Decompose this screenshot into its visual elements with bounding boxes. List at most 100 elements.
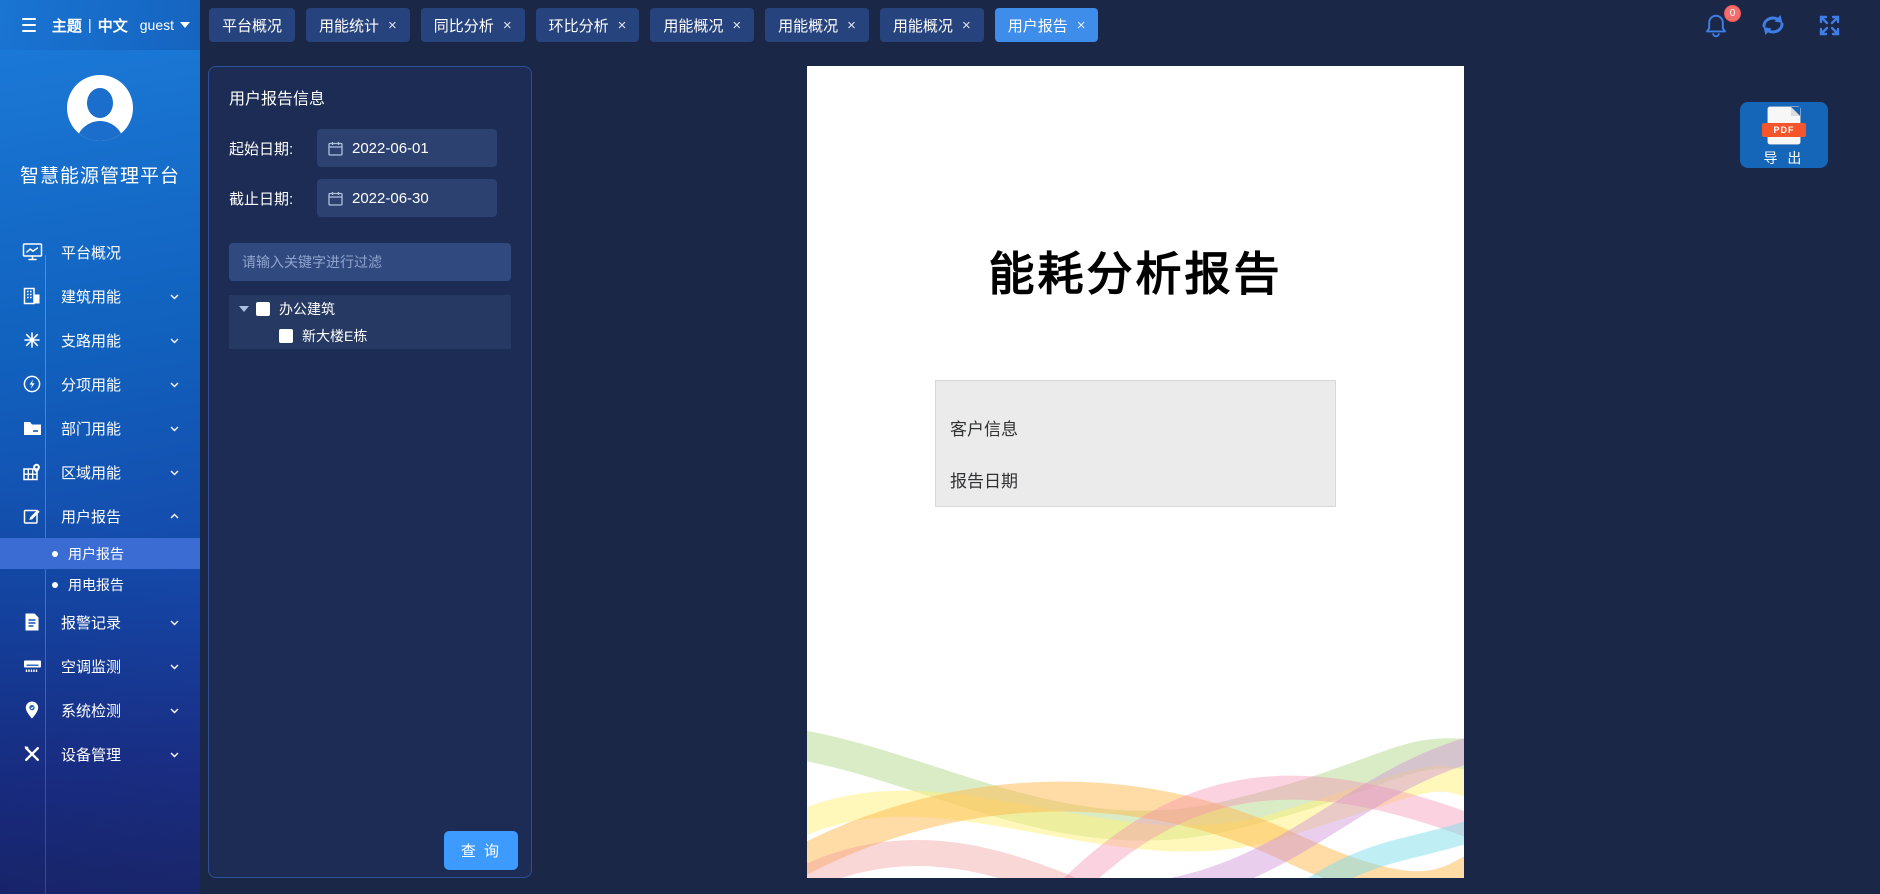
- pdf-badge: PDF: [1762, 123, 1806, 137]
- checkbox[interactable]: [279, 329, 293, 343]
- close-icon[interactable]: ×: [732, 18, 741, 33]
- close-icon[interactable]: ×: [618, 18, 627, 33]
- end-date-label: 截止日期:: [229, 188, 317, 209]
- folder-icon: [20, 418, 44, 438]
- sidebar-item-hvac-monitor[interactable]: 空调监测: [0, 644, 200, 688]
- map-icon: [20, 462, 44, 482]
- platform-title: 智慧能源管理平台: [0, 161, 200, 188]
- keyword-filter-input[interactable]: [229, 243, 511, 281]
- checkbox[interactable]: [256, 302, 270, 316]
- sidebar-subitem-user-report[interactable]: 用户报告: [0, 538, 200, 569]
- close-icon[interactable]: ×: [503, 18, 512, 33]
- tabbar: 平台概况 用能统计 × 同比分析 × 环比分析 × 用能概况 × 用能概况 ×: [200, 0, 1703, 50]
- tree-node-label: 新大楼E栋: [302, 326, 367, 346]
- sidebar-item-circuit-energy[interactable]: 支路用能: [0, 318, 200, 362]
- sidebar-item-region-energy[interactable]: 区域用能: [0, 450, 200, 494]
- sidebar-item-building-energy[interactable]: 建筑用能: [0, 274, 200, 318]
- start-date-picker[interactable]: 2022-06-01: [317, 129, 497, 167]
- tab-label: 用能统计: [319, 15, 379, 36]
- sidebar-item-label: 分项用能: [61, 374, 169, 395]
- close-icon[interactable]: ×: [1077, 18, 1086, 33]
- tree-node-office-building[interactable]: 办公建筑: [229, 295, 511, 322]
- tab-energy-stats[interactable]: 用能统计 ×: [306, 8, 410, 42]
- chevron-down-icon: [169, 335, 180, 346]
- sidebar-item-label: 区域用能: [61, 462, 169, 483]
- chevron-down-icon: [169, 423, 180, 434]
- tab-label: 用能概况: [778, 15, 838, 36]
- sidebar-item-system-check[interactable]: 系统检测: [0, 688, 200, 732]
- sidebar-item-device-management[interactable]: 设备管理: [0, 732, 200, 776]
- dashboard-icon: [20, 242, 44, 262]
- tab-energy-overview-3[interactable]: 用能概况 ×: [880, 8, 984, 42]
- sidebar: 智慧能源管理平台 平台概况: [0, 50, 200, 894]
- tab-label: 用户报告: [1008, 15, 1068, 36]
- user-report-filter-panel: 用户报告信息 起始日期: 2022-06-01 截止日期:: [208, 66, 532, 878]
- tab-label: 用能概况: [663, 15, 723, 36]
- export-pdf-button[interactable]: PDF 导 出: [1740, 102, 1828, 168]
- tree-node-new-building-e[interactable]: 新大楼E栋: [229, 322, 511, 349]
- chevron-down-icon: [169, 379, 180, 390]
- refresh-icon[interactable]: [1759, 12, 1787, 38]
- language-menu[interactable]: 中文: [98, 15, 128, 36]
- sidebar-item-department-energy[interactable]: 部门用能: [0, 406, 200, 450]
- customer-info-label: 客户信息: [950, 415, 1335, 440]
- topbar-icons: 0: [1703, 0, 1880, 50]
- sidebar-subitem-electricity-report[interactable]: 用电报告: [0, 569, 200, 600]
- end-date-picker[interactable]: 2022-06-30: [317, 179, 497, 217]
- sidebar-item-platform-overview[interactable]: 平台概况: [0, 230, 200, 274]
- report-preview-page: 能耗分析报告 客户信息 报告日期: [807, 66, 1464, 878]
- sidebar-item-alarm-records[interactable]: 报警记录: [0, 600, 200, 644]
- username-label: guest: [140, 17, 174, 33]
- report-icon: [20, 506, 44, 526]
- close-icon[interactable]: ×: [962, 18, 971, 33]
- chevron-down-icon: [169, 617, 180, 628]
- close-icon[interactable]: ×: [847, 18, 856, 33]
- tab-energy-overview-2[interactable]: 用能概况 ×: [765, 8, 869, 42]
- menu-separator: |: [88, 17, 92, 34]
- hamburger-menu-icon[interactable]: [22, 18, 36, 32]
- tab-label: 用能概况: [893, 15, 953, 36]
- sidebar-item-label: 系统检测: [61, 700, 169, 721]
- brand-menu: 主题 | 中文 guest: [52, 15, 190, 36]
- tree-expand-caret-icon[interactable]: [239, 306, 249, 312]
- sidebar-item-label: 报警记录: [61, 612, 169, 633]
- sidebar-item-label: 部门用能: [61, 418, 169, 439]
- tab-energy-overview-1[interactable]: 用能概况 ×: [650, 8, 754, 42]
- chevron-down-icon: [169, 661, 180, 672]
- tab-yoy-analysis[interactable]: 同比分析 ×: [421, 8, 525, 42]
- sidebar-item-category-energy[interactable]: 分项用能: [0, 362, 200, 406]
- tab-label: 同比分析: [434, 15, 494, 36]
- sidebar-item-user-report[interactable]: 用户报告: [0, 494, 200, 538]
- topbar: 主题 | 中文 guest 平台概况 用能统计 × 同比分析 ×: [0, 0, 1880, 50]
- theme-menu[interactable]: 主题: [52, 15, 82, 36]
- end-date-value: 2022-06-30: [352, 190, 429, 207]
- query-button[interactable]: 查 询: [444, 831, 518, 870]
- user-menu[interactable]: guest: [140, 17, 190, 33]
- decorative-waves: [807, 706, 1464, 878]
- sidebar-item-label: 空调监测: [61, 656, 169, 677]
- avatar: [67, 75, 133, 141]
- calendar-icon: [328, 141, 343, 156]
- report-title: 能耗分析报告: [807, 238, 1464, 304]
- export-button-label: 导 出: [1764, 148, 1805, 168]
- chevron-down-icon: [180, 22, 190, 28]
- start-date-value: 2022-06-01: [352, 140, 429, 157]
- device-icon: [20, 744, 44, 764]
- fullscreen-icon[interactable]: [1817, 13, 1842, 38]
- report-date-label: 报告日期: [950, 467, 1335, 492]
- sidebar-item-label: 用户报告: [61, 506, 169, 527]
- ac-icon: [20, 656, 44, 676]
- tab-label: 环比分析: [549, 15, 609, 36]
- tab-user-report[interactable]: 用户报告 ×: [995, 8, 1099, 42]
- notification-bell-icon[interactable]: 0: [1703, 12, 1729, 39]
- close-icon[interactable]: ×: [388, 18, 397, 33]
- tab-mom-analysis[interactable]: 环比分析 ×: [536, 8, 640, 42]
- chevron-up-icon: [169, 511, 180, 522]
- report-info-box: 客户信息 报告日期: [935, 380, 1336, 507]
- chevron-down-icon: [169, 705, 180, 716]
- app-window: 主题 | 中文 guest 平台概况 用能统计 × 同比分析 ×: [0, 0, 1880, 894]
- tab-platform-overview[interactable]: 平台概况: [209, 8, 295, 42]
- sidebar-item-label: 平台概况: [61, 242, 180, 263]
- panel-title: 用户报告信息: [229, 85, 519, 109]
- chevron-down-icon: [169, 749, 180, 760]
